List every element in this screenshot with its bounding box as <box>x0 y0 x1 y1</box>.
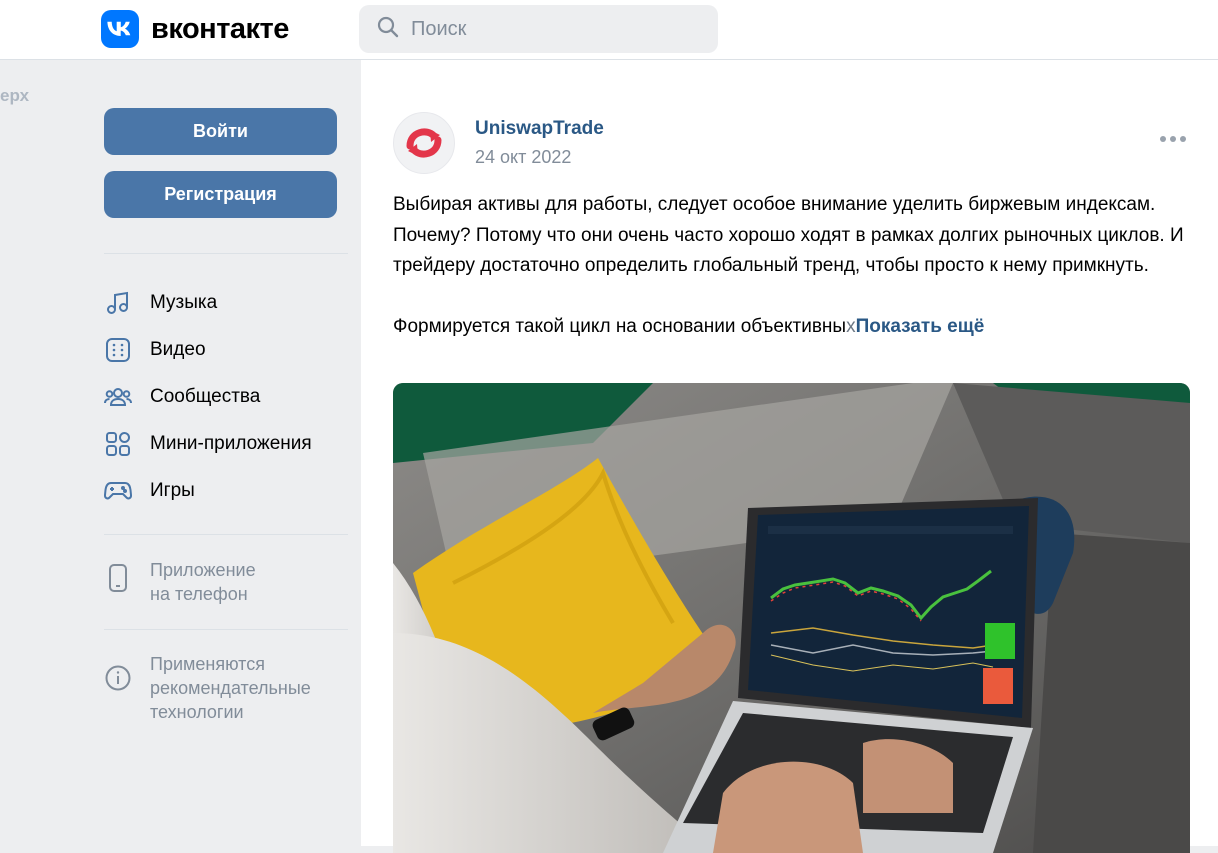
post-photo[interactable] <box>393 383 1190 853</box>
sidebar-item-music[interactable]: Музыка <box>104 279 348 326</box>
post-text: Выбирая активы для работы, следует особо… <box>393 190 1193 342</box>
sidebar-item-label: Музыка <box>150 291 218 313</box>
phone-app-line2: на телефон <box>150 584 248 604</box>
sidebar-divider <box>104 629 348 630</box>
rec-line2: рекомендательные <box>150 678 311 698</box>
sidebar-item-label: Игры <box>150 479 195 501</box>
sidebar-item-mini-apps[interactable]: Мини-приложения <box>104 420 348 467</box>
vk-logo-icon <box>101 10 139 48</box>
sidebar: Войти Регистрация Музыка Видео Сообществ… <box>104 108 348 724</box>
login-button[interactable]: Войти <box>104 108 337 155</box>
sidebar-nav: Музыка Видео Сообщества Мини-приложения … <box>104 279 348 514</box>
info-icon <box>104 664 132 692</box>
sidebar-divider <box>104 534 348 535</box>
show-more-link[interactable]: Показать ещё <box>856 316 985 337</box>
top-header: вконтакте <box>0 0 1218 60</box>
feed-top-strip <box>361 60 1218 87</box>
scroll-to-top-label[interactable]: ерх <box>0 86 29 106</box>
communities-icon <box>104 383 132 411</box>
sidebar-item-phone-app[interactable]: Приложение на телефон <box>104 558 348 606</box>
search-box[interactable] <box>359 5 718 53</box>
post-paragraph-truncated: Формируется такой цикл на основании объе… <box>393 312 1193 343</box>
sidebar-item-video[interactable]: Видео <box>104 326 348 373</box>
phone-icon <box>104 564 132 592</box>
search-input[interactable] <box>411 17 701 41</box>
post-card: UniswapTrade 24 окт 2022 Выбирая активы … <box>361 86 1218 853</box>
music-icon <box>104 289 132 317</box>
games-icon <box>104 477 132 505</box>
mini-apps-icon <box>104 430 132 458</box>
author-avatar[interactable] <box>393 112 455 174</box>
more-options-icon[interactable] <box>1160 136 1186 142</box>
search-icon <box>377 16 399 43</box>
uniswap-logo-icon <box>406 128 442 158</box>
sidebar-divider <box>104 253 348 254</box>
author-name[interactable]: UniswapTrade <box>475 118 604 140</box>
video-icon <box>104 336 132 364</box>
sidebar-item-games[interactable]: Игры <box>104 467 348 514</box>
post-paragraph-fade: х <box>846 315 856 337</box>
rec-line1: Применяются <box>150 654 265 674</box>
trader-laptop-image <box>393 383 1190 853</box>
vk-logo[interactable]: вконтакте <box>101 10 289 48</box>
sidebar-item-label: Видео <box>150 338 206 360</box>
phone-app-line1: Приложение <box>150 560 256 580</box>
sidebar-item-recommendations[interactable]: Применяются рекомендательные технологии <box>104 652 348 724</box>
sidebar-item-label: Мини-приложения <box>150 432 312 454</box>
sidebar-item-communities[interactable]: Сообщества <box>104 373 348 420</box>
register-button[interactable]: Регистрация <box>104 171 337 218</box>
post-paragraph: Выбирая активы для работы, следует особо… <box>393 194 1184 276</box>
logo-text: вконтакте <box>151 12 289 45</box>
rec-line3: технологии <box>150 702 244 722</box>
post-date[interactable]: 24 окт 2022 <box>475 147 571 168</box>
post-paragraph-main: Формируется такой цикл на основании объе… <box>393 315 847 337</box>
sidebar-item-label: Сообщества <box>150 385 261 407</box>
